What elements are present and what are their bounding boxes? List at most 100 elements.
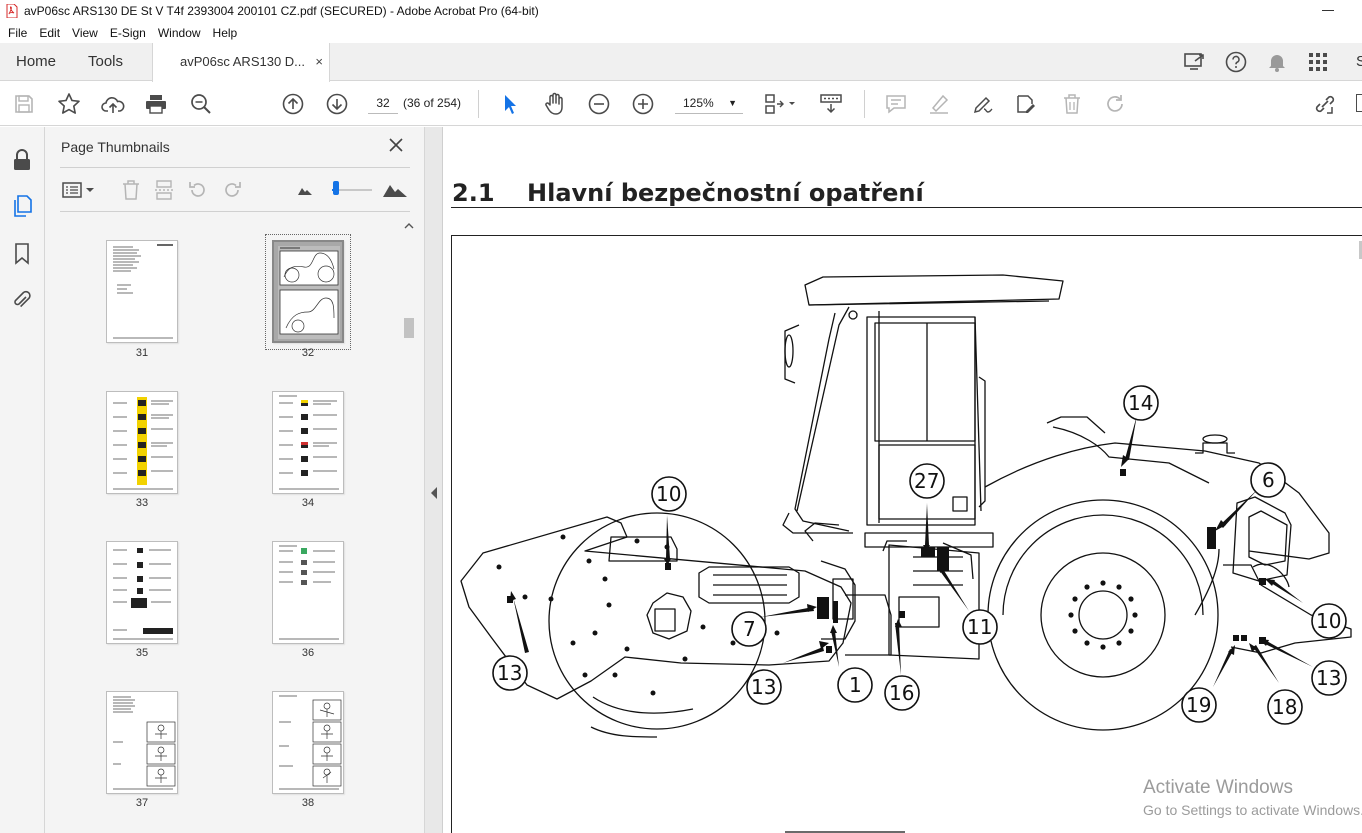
rotate-left-button[interactable] — [186, 179, 210, 201]
page-thumbnails-button[interactable] — [10, 193, 34, 219]
delete-pages-button[interactable] — [119, 179, 143, 201]
menu-esign[interactable]: E-Sign — [104, 26, 152, 40]
page-preview — [278, 246, 340, 339]
tab-document[interactable]: avP06sc ARS130 D... × — [152, 43, 330, 82]
scroll-mode-button[interactable] — [818, 91, 844, 117]
menu-help[interactable]: Help — [207, 26, 244, 40]
zoom-level-value: 125% — [683, 96, 714, 110]
next-page-button[interactable] — [325, 92, 349, 116]
link-share-icon — [1315, 95, 1335, 114]
page-thumbnail-36[interactable] — [272, 541, 344, 644]
find-button[interactable] — [188, 91, 214, 117]
print-button[interactable] — [143, 91, 169, 117]
star-icon — [58, 93, 80, 114]
scroll-up-icon[interactable] — [404, 223, 414, 229]
collapse-arrow-icon[interactable] — [430, 487, 438, 499]
pages-copy-icon — [14, 195, 32, 217]
callout-label: 14 — [1128, 391, 1154, 415]
menu-view[interactable]: View — [66, 26, 104, 40]
page-fit-button[interactable] — [762, 91, 798, 117]
panel-toggle-icon[interactable] — [1356, 94, 1362, 112]
options-menu-button[interactable] — [61, 179, 97, 201]
redo-button[interactable] — [1103, 92, 1127, 116]
edit-document-icon — [1017, 95, 1035, 113]
upload-button[interactable] — [100, 91, 126, 117]
tab-tools[interactable]: Tools — [88, 43, 123, 81]
security-button[interactable] — [10, 147, 34, 173]
callout-label: 19 — [1186, 693, 1212, 717]
close-panel-button[interactable] — [386, 135, 406, 155]
page-thumbnail-33[interactable] — [106, 391, 178, 494]
callout-label: 13 — [497, 661, 523, 685]
document-view[interactable]: 2.1 Hlavní bezpečnostní opatření 14 10 2… — [443, 127, 1362, 833]
callout-label: 10 — [656, 482, 682, 506]
smaller-thumbnails-button[interactable] — [297, 183, 313, 197]
rotate-right-button[interactable] — [220, 179, 244, 201]
page-preview — [279, 395, 339, 490]
larger-thumbnails-button[interactable] — [382, 178, 408, 200]
draw-button[interactable] — [971, 92, 995, 116]
menu-file[interactable]: File — [2, 26, 33, 40]
thumbnail-label: 35 — [135, 647, 149, 659]
scrollbar-thumb[interactable] — [404, 318, 414, 338]
page-preview — [279, 695, 342, 790]
callout-label: 10 — [1316, 609, 1342, 633]
panel-divider — [60, 211, 410, 212]
zoom-level-select[interactable]: 125% ▼ — [675, 92, 743, 114]
page-preview — [113, 397, 173, 490]
close-tab-button[interactable]: × — [315, 43, 323, 80]
mountain-small-icon — [298, 188, 312, 195]
watermark-line-2: Go to Settings to activate Windows. — [1143, 802, 1362, 818]
zoom-out-button[interactable] — [587, 92, 611, 116]
notifications-button[interactable] — [1266, 51, 1288, 73]
page-thumbnail-37[interactable] — [106, 691, 178, 794]
page-thumbnail-31[interactable] — [106, 240, 178, 343]
highlight-button[interactable] — [927, 92, 951, 116]
callout-layer: 14 10 27 6 7 11 10 13 13 1 16 19 18 13 — [443, 127, 1362, 833]
help-button[interactable] — [1224, 50, 1248, 74]
left-navigation-rail — [0, 127, 45, 833]
minimize-button[interactable] — [1318, 2, 1338, 20]
save-button[interactable] — [12, 92, 36, 116]
comment-button[interactable] — [884, 92, 908, 116]
page-thumbnails-panel: Page Thumbnails 31 32 33 34 35 36 37 38 — [45, 127, 425, 833]
page-preview — [113, 548, 173, 640]
menu-window[interactable]: Window — [152, 26, 207, 40]
previous-page-button[interactable] — [281, 92, 305, 116]
thumbnail-label: 33 — [135, 497, 149, 509]
thumbnail-size-handle[interactable] — [333, 181, 339, 195]
page-number-input[interactable] — [368, 92, 398, 114]
callout-label: 13 — [751, 675, 777, 699]
callout-label: 7 — [743, 617, 756, 641]
apps-button[interactable] — [1307, 51, 1329, 73]
tab-home[interactable]: Home — [16, 43, 56, 81]
hand-tool-button[interactable] — [542, 91, 568, 117]
page-thumbnail-34[interactable] — [272, 391, 344, 494]
bell-icon — [1269, 55, 1285, 72]
share-screen-button[interactable] — [1183, 51, 1207, 73]
page-thumbnail-38[interactable] — [272, 691, 344, 794]
thumbnail-scrollbar[interactable] — [401, 217, 417, 833]
bookmark-star-button[interactable] — [56, 91, 82, 117]
insert-page-button[interactable] — [152, 179, 176, 201]
panel-splitter[interactable] — [425, 127, 443, 833]
share-link-button[interactable] — [1311, 91, 1339, 117]
page-thumbnail-32[interactable] — [272, 240, 344, 343]
callout-label: 16 — [889, 681, 915, 705]
menu-edit[interactable]: Edit — [33, 26, 66, 40]
chevron-down-icon: ▼ — [728, 98, 737, 108]
menu-bar: File Edit View E-Sign Window Help — [0, 22, 1362, 43]
page-thumbnail-35[interactable] — [106, 541, 178, 644]
cursor-arrow-icon — [505, 95, 516, 114]
trash-icon — [123, 180, 139, 200]
select-tool-button[interactable] — [500, 92, 522, 116]
sign-in-partial[interactable]: S — [1356, 43, 1362, 80]
highlighter-icon — [930, 94, 949, 114]
page-preview — [113, 696, 176, 790]
zoom-in-button[interactable] — [631, 92, 655, 116]
delete-button[interactable] — [1060, 92, 1084, 116]
bookmarks-button[interactable] — [10, 241, 34, 267]
toolbar-divider — [478, 90, 479, 118]
edit-text-button[interactable] — [1014, 92, 1038, 116]
attachments-button[interactable] — [10, 287, 34, 313]
